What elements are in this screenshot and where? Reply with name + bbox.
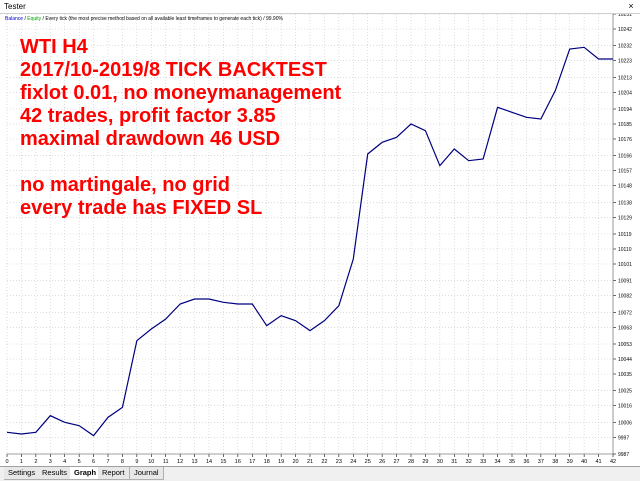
- tab-settings[interactable]: Settings: [4, 467, 41, 480]
- y-tick-label: 10091: [618, 279, 632, 285]
- x-tick-label: 3: [49, 459, 52, 465]
- y-tick-label: 10110: [618, 247, 632, 253]
- tab-graph[interactable]: Graph: [70, 467, 102, 480]
- x-tick-label: 29: [422, 459, 428, 465]
- backtest-annotation: WTI H4 2017/10-2019/8 TICK BACKTEST fixlot…: [20, 36, 341, 220]
- x-tick-label: 27: [394, 459, 400, 465]
- annotation-line: 2017/10-2019/8 TICK BACKTEST: [20, 59, 327, 81]
- y-tick-label: 10119: [618, 232, 632, 238]
- x-tick-label: 36: [523, 459, 529, 465]
- y-tick-label: 10129: [618, 215, 632, 221]
- annotation-line: 42 trades, profit factor 3.85: [20, 105, 276, 127]
- y-tick-label: 10063: [618, 325, 632, 331]
- y-tick-label: 10242: [618, 27, 632, 33]
- tab-results[interactable]: Results: [38, 467, 73, 480]
- annotation-line: no martingale, no grid: [20, 174, 231, 196]
- y-tick-label: 10072: [618, 310, 632, 316]
- x-tick-label: 34: [495, 459, 501, 465]
- x-tick-label: 11: [163, 459, 169, 465]
- x-tick-label: 2: [34, 459, 37, 465]
- chart-legend: Balance / Equity / Every tick (the most …: [5, 16, 283, 22]
- x-tick-label: 5: [78, 459, 81, 465]
- x-tick-label: 35: [509, 459, 515, 465]
- y-tick-label: 10006: [618, 420, 632, 426]
- window-titlebar: Tester ×: [0, 0, 640, 14]
- legend-description: / Every tick (the most precise method ba…: [41, 16, 283, 22]
- window-title: Tester: [4, 2, 26, 11]
- x-tick-label: 39: [567, 459, 573, 465]
- x-tick-label: 30: [437, 459, 443, 465]
- y-tick-label: 10044: [618, 357, 632, 363]
- y-tick-label: 10138: [618, 200, 632, 206]
- x-tick-label: 21: [307, 459, 313, 465]
- annotation-line: fixlot 0.01, no moneymanagement: [20, 82, 342, 104]
- x-tick-label: 42: [610, 459, 616, 465]
- y-tick-label: 10194: [618, 107, 632, 113]
- y-tick-label: 10223: [618, 59, 632, 65]
- annotation-line: [20, 151, 341, 174]
- x-tick-label: 10: [148, 459, 154, 465]
- y-tick-label: 10251: [618, 14, 632, 18]
- x-tick-label: 22: [321, 459, 327, 465]
- x-tick-label: 24: [350, 459, 356, 465]
- x-tick-label: 18: [264, 459, 270, 465]
- y-tick-label: 9997: [618, 435, 629, 441]
- y-tick-label: 10176: [618, 137, 632, 143]
- x-tick-label: 38: [552, 459, 558, 465]
- x-tick-label: 19: [278, 459, 284, 465]
- x-tick-label: 31: [451, 459, 457, 465]
- legend-equity: Equity: [27, 16, 42, 22]
- x-tick-label: 16: [235, 459, 241, 465]
- x-tick-label: 17: [249, 459, 255, 465]
- x-tick-label: 33: [480, 459, 486, 465]
- x-tick-label: 8: [121, 459, 124, 465]
- y-tick-label: 10148: [618, 184, 632, 190]
- x-tick-label: 7: [106, 459, 109, 465]
- x-tick-label: 0: [5, 459, 8, 465]
- x-tick-label: 37: [538, 459, 544, 465]
- x-tick-label: 25: [365, 459, 371, 465]
- x-tick-label: 12: [177, 459, 183, 465]
- y-tick-label: 10016: [618, 404, 632, 410]
- legend-balance: Balance: [5, 16, 24, 22]
- tester-tabs: Settings Results Graph Report Journal: [0, 466, 640, 481]
- y-tick-label: 10035: [618, 372, 632, 378]
- y-tick-label: 10101: [618, 262, 632, 268]
- x-tick-label: 26: [379, 459, 385, 465]
- annotation-line: every trade has FIXED SL: [20, 197, 263, 219]
- x-tick-label: 32: [466, 459, 472, 465]
- x-tick-label: 20: [293, 459, 299, 465]
- y-tick-label: 9987: [618, 452, 629, 458]
- x-tick-label: 28: [408, 459, 414, 465]
- y-tick-label: 10166: [618, 154, 632, 160]
- close-icon[interactable]: ×: [626, 0, 636, 13]
- x-tick-label: 13: [192, 459, 198, 465]
- x-tick-label: 4: [63, 459, 66, 465]
- tab-report[interactable]: Report: [98, 467, 130, 480]
- y-tick-label: 10213: [618, 75, 632, 81]
- x-tick-label: 15: [220, 459, 226, 465]
- y-tick-label: 10204: [618, 90, 632, 96]
- y-tick-label: 10157: [618, 169, 632, 175]
- annotation-line: WTI H4: [20, 36, 88, 58]
- annotation-line: maximal drawdown 46 USD: [20, 128, 281, 150]
- x-tick-label: 40: [581, 459, 587, 465]
- x-tick-label: 41: [596, 459, 602, 465]
- chart-area: 9987 9997 10006 10016 10025 10035 10044 10053 10…: [0, 14, 640, 466]
- x-tick-label: 1: [20, 459, 23, 465]
- x-tick-label: 9: [135, 459, 138, 465]
- x-tick-label: 14: [206, 459, 212, 465]
- tab-journal[interactable]: Journal: [130, 467, 164, 480]
- x-tick-label: 6: [92, 459, 95, 465]
- y-tick-label: 10053: [618, 342, 632, 348]
- y-tick-label: 10025: [618, 389, 632, 395]
- x-tick-label: 23: [336, 459, 342, 465]
- y-tick-label: 10185: [618, 122, 632, 128]
- y-tick-label: 10232: [618, 44, 632, 50]
- y-tick-label: 10082: [618, 294, 632, 300]
